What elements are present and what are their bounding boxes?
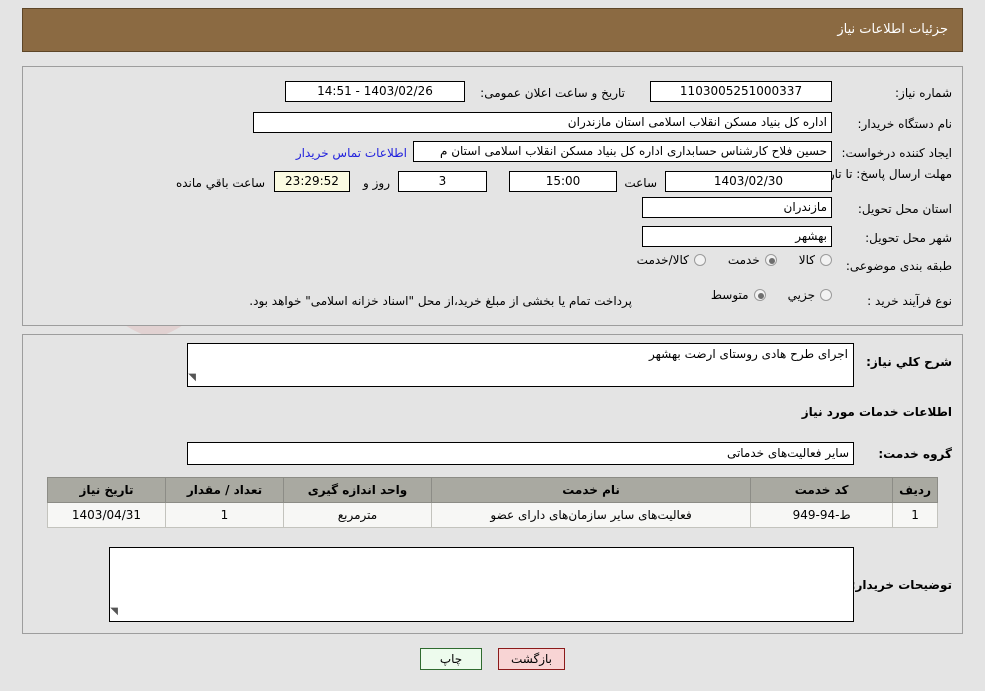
buyer-notes-textarea[interactable] — [109, 547, 854, 622]
process-option-label: متوسط — [710, 288, 749, 302]
category-radio-khedmat[interactable]: خدمت — [728, 253, 777, 267]
radio-icon[interactable] — [764, 254, 777, 266]
table-row: 1 ط-94-949 فعالیت‌های سایر سازمان‌های دا… — [47, 502, 938, 528]
deadline-hour-value: 15:00 — [509, 171, 617, 192]
category-option-label: کالا/خدمت — [636, 253, 689, 267]
category-radio-kala[interactable]: کالا — [799, 253, 832, 267]
cell-index: 1 — [892, 502, 938, 528]
services-table: ردیف کد خدمت نام خدمت واحد اندازه گیری ت… — [47, 477, 938, 528]
cell-quantity: 1 — [165, 502, 284, 528]
city-label: شهر محل تحویل: — [865, 231, 952, 245]
requester-value: حسین فلاح کارشناس حسابداری اداره کل بنیا… — [413, 141, 832, 162]
province-label: استان محل تحویل: — [857, 202, 952, 216]
buyer-org-value: اداره کل بنیاد مسکن انقلاب اسلامی استان … — [253, 112, 832, 133]
cell-unit: مترمربع — [283, 502, 432, 528]
remaining-days-label: روز و — [363, 176, 390, 190]
need-info-panel: شماره نیاز: 1103005251000337 تاریخ و ساع… — [22, 66, 963, 326]
th-date: تاریخ نیاز — [47, 477, 166, 503]
cell-code: ط-94-949 — [750, 502, 894, 528]
process-label: نوع فرآیند خرید : — [867, 294, 952, 308]
page-root: AriaTender.net جزئیات اطلاعات نیاز شماره… — [0, 0, 985, 691]
remaining-suffix-label: ساعت باقي مانده — [175, 176, 265, 190]
description-label: شرح کلي نیاز: — [866, 355, 952, 369]
cell-date: 1403/04/31 — [47, 502, 166, 528]
payment-note: پرداخت تمام یا بخشی از مبلغ خرید،از محل … — [249, 294, 632, 308]
service-group-label: گروه خدمت: — [878, 447, 952, 461]
radio-icon[interactable] — [753, 289, 766, 301]
province-value: مازندران — [642, 197, 832, 218]
need-number-value: 1103005251000337 — [650, 81, 832, 102]
radio-icon[interactable] — [693, 254, 706, 266]
remaining-countdown-value: 23:29:52 — [274, 171, 350, 192]
category-label: طبقه بندی موضوعی: — [845, 259, 952, 273]
deadline-label: مهلت ارسال پاسخ: تا تاریخ: — [813, 167, 952, 181]
category-option-label: خدمت — [727, 253, 760, 267]
deadline-date-value: 1403/02/30 — [665, 171, 832, 192]
th-quantity: تعداد / مقدار — [165, 477, 284, 503]
print-button[interactable]: چاپ — [420, 648, 482, 670]
back-button[interactable]: بازگشت — [498, 648, 565, 670]
process-radio-group: جزیي متوسط — [711, 288, 832, 302]
header-bar: جزئیات اطلاعات نیاز — [22, 8, 963, 52]
cell-name: فعالیت‌های سایر سازمان‌های دارای عضو — [430, 502, 752, 528]
radio-icon[interactable] — [820, 254, 832, 266]
process-radio-jozi[interactable]: جزیي — [788, 288, 832, 302]
category-option-label: کالا — [798, 253, 815, 267]
description-textarea[interactable]: اجرای طرح هادی روستای ارضت بهشهر — [187, 343, 854, 387]
process-option-label: جزیي — [787, 288, 815, 302]
buyer-contact-link[interactable]: اطلاعات تماس خریدار — [296, 146, 407, 160]
city-value: بهشهر — [642, 226, 832, 247]
process-radio-motavasset[interactable]: متوسط — [711, 288, 766, 302]
page-title: جزئیات اطلاعات نیاز — [837, 22, 948, 37]
buyer-notes-label: توضیحات خریدار: — [850, 578, 952, 592]
th-unit: واحد اندازه گیری — [283, 477, 432, 503]
need-number-label: شماره نیاز: — [895, 86, 952, 100]
table-header-row: ردیف کد خدمت نام خدمت واحد اندازه گیری ت… — [47, 477, 938, 503]
buyer-org-label: نام دستگاه خریدار: — [857, 117, 953, 131]
th-name: نام خدمت — [430, 477, 752, 503]
action-button-row: بازگشت چاپ — [0, 648, 985, 670]
deadline-hour-label: ساعت — [624, 176, 657, 190]
public-announce-label: تاریخ و ساعت اعلان عمومی: — [480, 86, 625, 100]
service-group-value: سایر فعالیت‌های خدماتی — [187, 442, 854, 465]
public-announce-value: 1403/02/26 - 14:51 — [285, 81, 465, 102]
remaining-days-value: 3 — [398, 171, 487, 192]
th-code: کد خدمت — [750, 477, 894, 503]
category-radio-group: کالا خدمت کالا/خدمت — [637, 253, 832, 267]
category-radio-kala-khedmat[interactable]: کالا/خدمت — [637, 253, 706, 267]
th-index: ردیف — [892, 477, 938, 503]
requester-label: ایجاد کننده درخواست: — [841, 146, 952, 160]
radio-icon[interactable] — [820, 289, 832, 301]
services-section-heading: اطلاعات خدمات مورد نیاز — [801, 405, 952, 419]
